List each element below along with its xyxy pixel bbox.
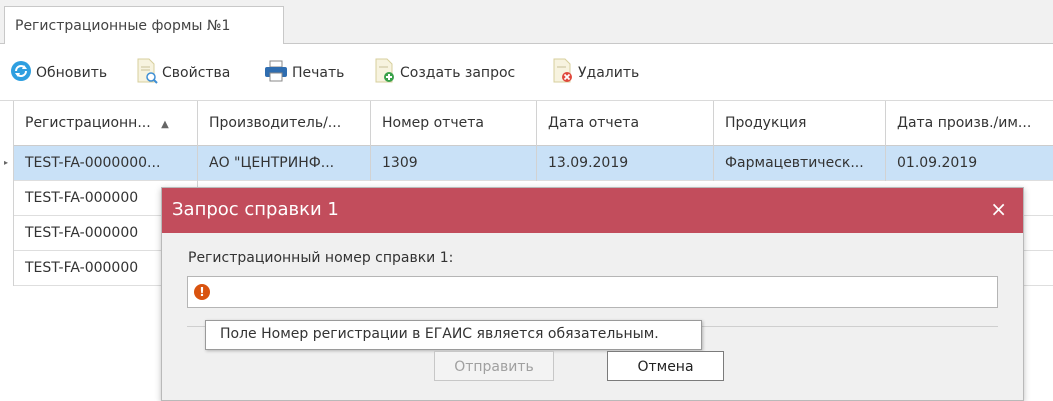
document-delete-icon <box>552 58 574 88</box>
printer-icon <box>264 60 288 86</box>
dialog-title-bar: Запрос справки 1 × <box>162 188 1023 233</box>
close-icon[interactable]: × <box>990 197 1007 221</box>
column-header-reg-number[interactable]: Регистрационн... ▲ <box>14 101 198 146</box>
column-header-product[interactable]: Продукция <box>714 101 886 146</box>
sort-ascending-icon: ▲ <box>161 119 169 130</box>
send-button[interactable]: Отправить <box>434 351 554 381</box>
refresh-label: Обновить <box>36 65 108 81</box>
document-add-icon <box>374 58 396 88</box>
request-dialog: Запрос справки 1 × Регистрационный номер… <box>161 187 1024 401</box>
column-header-production-date[interactable]: Дата произв./им... <box>886 101 1053 146</box>
cancel-button[interactable]: Отмена <box>607 351 724 381</box>
delete-label: Удалить <box>578 65 640 81</box>
refresh-button[interactable]: Обновить <box>10 60 107 86</box>
tab-registration-forms[interactable]: Регистрационные формы №1 <box>4 6 284 45</box>
toolbar: Обновить Свойства Печать Создать запрос … <box>0 44 1053 101</box>
dialog-title: Запрос справки 1 <box>172 199 339 220</box>
tab-label: Регистрационные формы №1 <box>15 18 231 34</box>
tab-bar: Регистрационные формы №1 <box>0 0 1053 45</box>
delete-button[interactable]: Удалить <box>552 58 640 88</box>
properties-label: Свойства <box>162 65 231 81</box>
field-label: Регистрационный номер справки 1: <box>188 250 454 266</box>
create-request-label: Создать запрос <box>400 65 516 81</box>
table-row[interactable]: TEST-FA-0000000... АО "ЦЕНТРИНФ... 1309 … <box>14 146 1053 181</box>
registration-number-input[interactable]: ! <box>187 276 998 308</box>
print-label: Печать <box>292 65 345 81</box>
refresh-icon <box>10 60 32 86</box>
row-indicator-column <box>0 101 14 286</box>
properties-button[interactable]: Свойства <box>136 58 231 88</box>
print-button[interactable]: Печать <box>264 60 344 86</box>
column-header-report-number[interactable]: Номер отчета <box>371 101 537 146</box>
column-header-report-date[interactable]: Дата отчета <box>537 101 714 146</box>
validation-tooltip: Поле Номер регистрации в ЕГАИС является … <box>205 320 702 350</box>
current-row-marker: ▸ <box>4 158 9 167</box>
column-header-producer[interactable]: Производитель/... <box>198 101 371 146</box>
grid-header: Регистрационн... ▲ Производитель/... Ном… <box>14 101 1053 146</box>
create-request-button[interactable]: Создать запрос <box>374 58 516 88</box>
error-icon: ! <box>194 284 210 300</box>
document-search-icon <box>136 58 158 88</box>
